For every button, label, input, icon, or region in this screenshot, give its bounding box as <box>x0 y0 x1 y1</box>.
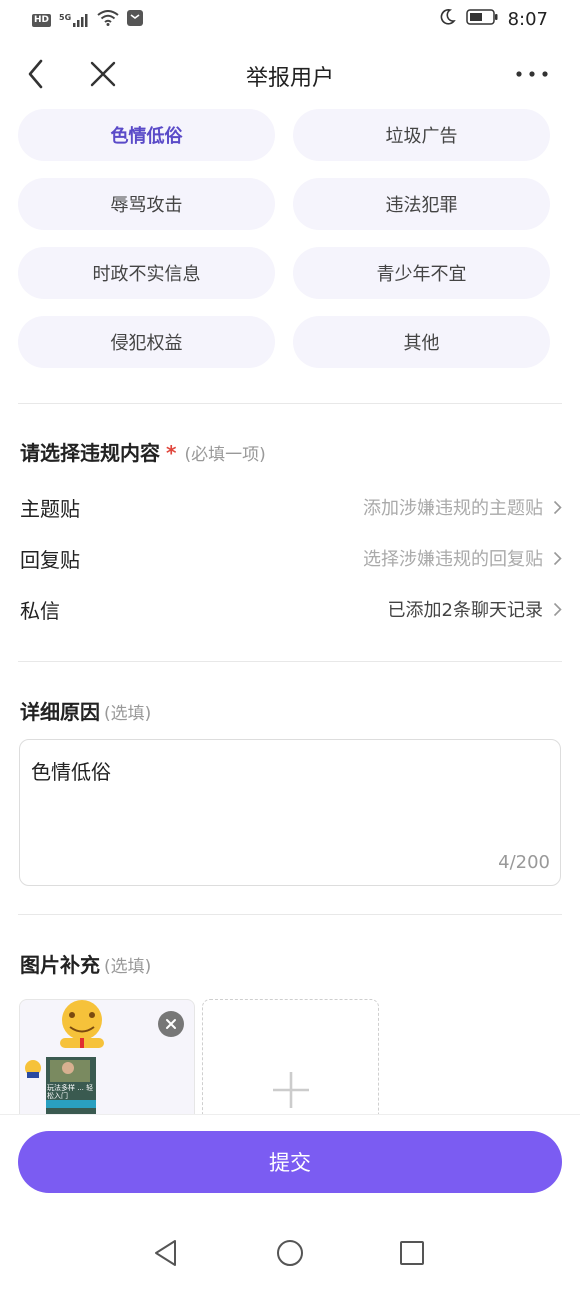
bottom-area: 提交 <box>0 1114 580 1289</box>
system-home-button[interactable] <box>270 1233 310 1273</box>
char-count: 4/200 <box>498 852 550 873</box>
status-left: HD 5G <box>32 10 144 30</box>
remove-image-button[interactable] <box>158 1011 184 1037</box>
notification-icon <box>127 10 144 30</box>
row-private-message[interactable]: 私信 已添加2条聊天记录 <box>20 589 562 629</box>
chevron-right-icon <box>553 602 562 616</box>
row-right: 选择涉嫌违规的回复贴 <box>363 545 562 571</box>
more-icon <box>516 71 548 77</box>
thumbnail-caption: 玩法多样 ... 轻松入门 <box>47 1084 94 1100</box>
section-hint: (选填) <box>104 704 152 724</box>
section-hint: (选填) <box>104 957 152 977</box>
hd-badge: HD <box>32 13 52 27</box>
tag-option[interactable]: 青少年不宜 <box>293 247 550 299</box>
clock: 8:07 <box>507 8 548 30</box>
nav-bar: 举报用户 <box>0 46 580 102</box>
tag-option[interactable]: 时政不实信息 <box>18 247 275 299</box>
section-hint: (必填一项) <box>184 445 266 465</box>
section-heading: 请选择违规内容 <box>20 441 160 465</box>
wifi-icon <box>97 10 119 30</box>
circle-home-icon <box>277 1240 303 1266</box>
row-label: 私信 <box>20 598 60 623</box>
signal-icon: 5G <box>59 13 89 27</box>
section-heading: 图片补充 <box>20 953 100 977</box>
reason-section-title: 详细原因 (选填) <box>20 696 151 725</box>
square-recent-icon <box>400 1241 424 1265</box>
image-section-title: 图片补充 (选填) <box>20 949 151 978</box>
plus-icon <box>273 1072 309 1108</box>
chevron-right-icon <box>553 551 562 565</box>
reason-textarea[interactable]: 色情低俗 4/200 <box>19 739 561 886</box>
divider <box>18 914 562 915</box>
row-reply-post[interactable]: 回复贴 选择涉嫌违规的回复贴 <box>20 538 562 578</box>
divider <box>18 403 562 404</box>
tag-option[interactable]: 违法犯罪 <box>293 178 550 230</box>
moon-icon <box>438 8 456 30</box>
divider <box>18 661 562 662</box>
image-thumbnail[interactable]: 玩法多样 ... 轻松入门 <box>19 999 195 1115</box>
tag-option[interactable]: 垃圾广告 <box>293 109 550 161</box>
system-back-button[interactable] <box>146 1233 186 1273</box>
report-type-grid: 色情低俗 垃圾广告 辱骂攻击 违法犯罪 时政不实信息 青少年不宜 侵犯权益 其他 <box>18 109 550 368</box>
row-value: 已添加2条聊天记录 <box>387 600 543 621</box>
tag-option[interactable]: 其他 <box>293 316 550 368</box>
submit-button[interactable]: 提交 <box>18 1131 562 1193</box>
close-icon <box>166 1019 176 1029</box>
row-label: 主题贴 <box>20 496 80 521</box>
status-right: 8:07 <box>438 8 548 30</box>
row-value: 添加涉嫌违规的主题贴 <box>363 498 543 519</box>
row-right: 添加涉嫌违规的主题贴 <box>363 494 562 520</box>
row-label: 回复贴 <box>20 547 80 572</box>
row-value: 选择涉嫌违规的回复贴 <box>363 549 543 570</box>
page-title: 举报用户 <box>245 66 334 91</box>
system-recent-button[interactable] <box>392 1233 432 1273</box>
chevron-right-icon <box>553 500 562 514</box>
add-image-button[interactable] <box>202 999 379 1115</box>
triangle-back-icon <box>155 1240 176 1266</box>
network-gen-label: 5G <box>59 13 72 22</box>
system-nav-bar <box>0 1233 580 1281</box>
required-mark: * <box>166 441 177 465</box>
violation-section-title: 请选择违规内容 * (必填一项) <box>20 437 266 466</box>
row-right: 已添加2条聊天记录 <box>388 596 562 622</box>
more-button[interactable] <box>514 56 550 92</box>
tag-option[interactable]: 辱骂攻击 <box>18 178 275 230</box>
tag-option[interactable]: 侵犯权益 <box>18 316 275 368</box>
battery-icon <box>465 9 498 29</box>
section-heading: 详细原因 <box>20 700 100 724</box>
tag-option-selected[interactable]: 色情低俗 <box>18 109 275 161</box>
reason-text: 色情低俗 <box>31 760 111 784</box>
row-topic-post[interactable]: 主题贴 添加涉嫌违规的主题贴 <box>20 487 562 527</box>
status-bar: HD 5G 8:07 <box>0 0 580 40</box>
